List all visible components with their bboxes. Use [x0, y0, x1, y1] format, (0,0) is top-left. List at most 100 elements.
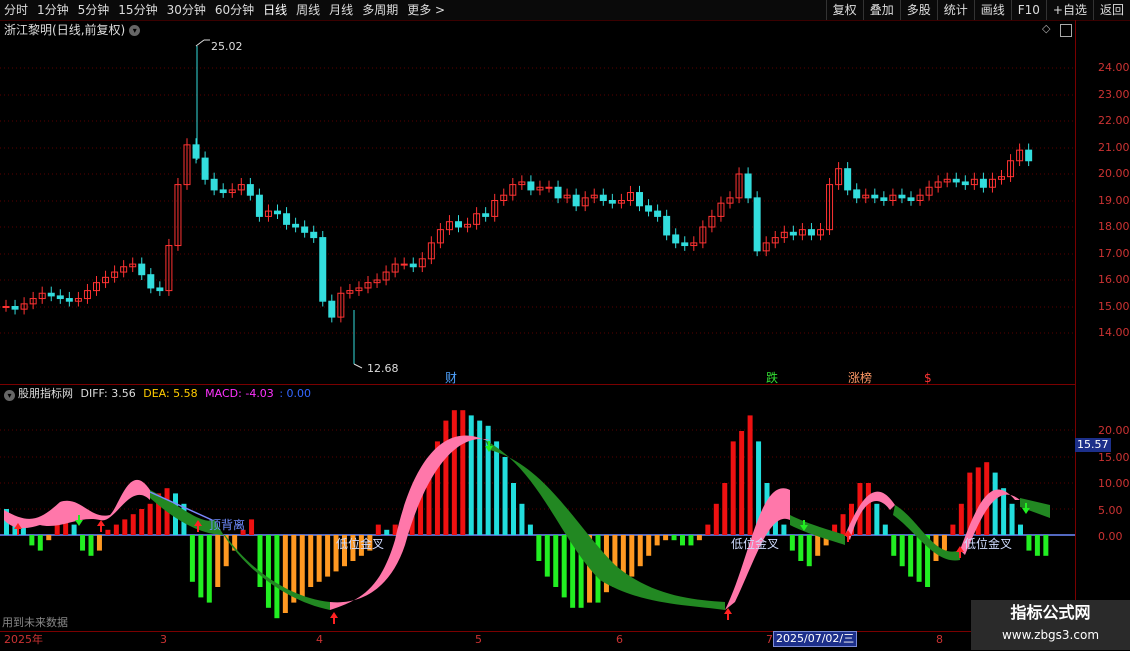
price-tick: 22.00: [1098, 114, 1130, 127]
chevron-down-icon[interactable]: ▾: [4, 390, 15, 401]
watermark: 指标公式网 www.zbgs3.com: [971, 600, 1130, 650]
macd-bar: [671, 535, 677, 541]
date-label: 5: [475, 633, 482, 646]
candle-body: [301, 226, 309, 233]
macd-bar: [189, 535, 195, 582]
candle-body: [328, 300, 336, 318]
macd-bar: [265, 535, 271, 608]
candle-body: [753, 197, 761, 252]
price-tick: 21.00: [1098, 141, 1130, 154]
macd-bar: [865, 483, 871, 535]
candle-body: [310, 231, 318, 239]
candlesticks: [2, 46, 1033, 364]
candle-body: [979, 178, 987, 188]
macd-bar: [1034, 535, 1040, 556]
macd-bar: [468, 415, 474, 535]
macd-bar: [544, 535, 550, 577]
macd-bar: [502, 457, 508, 535]
macd-bar: [806, 535, 812, 567]
candle-body: [56, 295, 64, 300]
macd-bar: [654, 535, 660, 546]
candle-body: [636, 192, 643, 207]
price-tick: 14.00: [1098, 326, 1130, 339]
macd-bar: [882, 524, 888, 535]
macd-bar: [37, 535, 43, 551]
candle-body: [192, 144, 200, 159]
candle-body: [246, 184, 254, 196]
candle-body: [156, 287, 164, 292]
macd-bar: [663, 535, 669, 541]
back-button[interactable]: 返回: [1092, 0, 1130, 20]
indicator-tick: 20.00: [1098, 424, 1130, 437]
candle-body: [853, 189, 861, 199]
date-label: 8: [936, 633, 943, 646]
macd-bar: [80, 535, 86, 551]
dea-value: DEA: 5.58: [143, 387, 198, 400]
macd-bar: [122, 519, 128, 535]
candle-body: [807, 229, 815, 236]
macd-bar: [789, 535, 795, 551]
macd-bar: [637, 535, 643, 567]
candle-body: [545, 186, 553, 189]
macd-bar: [443, 420, 449, 535]
candle-body: [11, 306, 19, 310]
macd-bar: [747, 415, 753, 535]
candle-body: [1025, 149, 1033, 162]
candle-body: [871, 194, 879, 199]
diff-value: DIFF: 3.56: [80, 387, 136, 400]
date-label: 2025年: [4, 633, 43, 646]
date-label: 7: [766, 633, 773, 646]
chart-canvas[interactable]: 25.02 12.68 财 跌 涨榜 $ 顶背离 低位金叉 低位金叉 低位金叉: [0, 0, 1075, 631]
event-marker-top-list: 涨榜: [848, 370, 872, 385]
event-marker-drop: 跌: [766, 370, 778, 385]
candle-body: [527, 181, 535, 191]
watermark-url: www.zbgs3.com: [1001, 628, 1100, 642]
macd-bar: [257, 535, 263, 587]
macd-bar: [316, 535, 322, 582]
macd-bar: [646, 535, 652, 556]
grid-lines: [0, 67, 1075, 536]
price-axis: 24.00 23.00 22.00 21.00 20.00 19.00 18.0…: [1075, 20, 1130, 631]
indicator-tick: 15.00: [1098, 451, 1130, 464]
macd-bar: [950, 524, 956, 535]
candle-body: [952, 178, 960, 183]
macd-bar: [54, 524, 60, 535]
annotation-golden-cross: 低位金叉: [964, 536, 1012, 551]
macd-bar: [739, 431, 745, 535]
indicator-title: ▾ 股朋指标网 DIFF: 3.56 DEA: 5.58 MACD: -4.03 …: [4, 386, 311, 402]
macd-bar: [198, 535, 204, 598]
candle-body: [274, 210, 281, 215]
macd-bar: [46, 535, 52, 541]
price-tick: 15.00: [1098, 300, 1130, 313]
macd-bar: [561, 535, 567, 598]
macd-histogram: [4, 410, 1049, 619]
macd-bar: [88, 535, 94, 556]
future-data-warning: 用到未来数据: [2, 616, 68, 629]
candle-body: [554, 186, 562, 199]
candle-body: [654, 210, 662, 217]
candle-body: [681, 242, 689, 247]
macd-bar: [71, 524, 77, 535]
macd-bar: [730, 441, 736, 535]
candle-body: [898, 194, 906, 199]
date-label: 4: [316, 633, 323, 646]
macd-bar: [899, 535, 905, 567]
macd-bar: [553, 535, 559, 587]
macd-bar: [105, 529, 111, 535]
indicator-tick: 10.00: [1098, 477, 1130, 490]
price-markers: 25.02 12.68 财 跌 涨榜 $: [195, 39, 932, 385]
event-marker-dollar: $: [924, 371, 932, 385]
candle-body: [572, 194, 580, 207]
macd-bar: [1018, 524, 1023, 535]
macd-bar: [96, 535, 102, 551]
candle-body: [672, 234, 680, 244]
candle-body: [744, 173, 752, 199]
macd-bar: [1026, 535, 1032, 551]
candle-body: [789, 231, 797, 236]
candle-body: [482, 213, 490, 217]
price-tick: 24.00: [1098, 61, 1130, 74]
indicator-tick: 0.00: [1098, 530, 1123, 543]
macd-bar: [215, 535, 221, 587]
macd-bar: [130, 514, 136, 535]
current-value-badge: 15.57: [1075, 438, 1111, 452]
